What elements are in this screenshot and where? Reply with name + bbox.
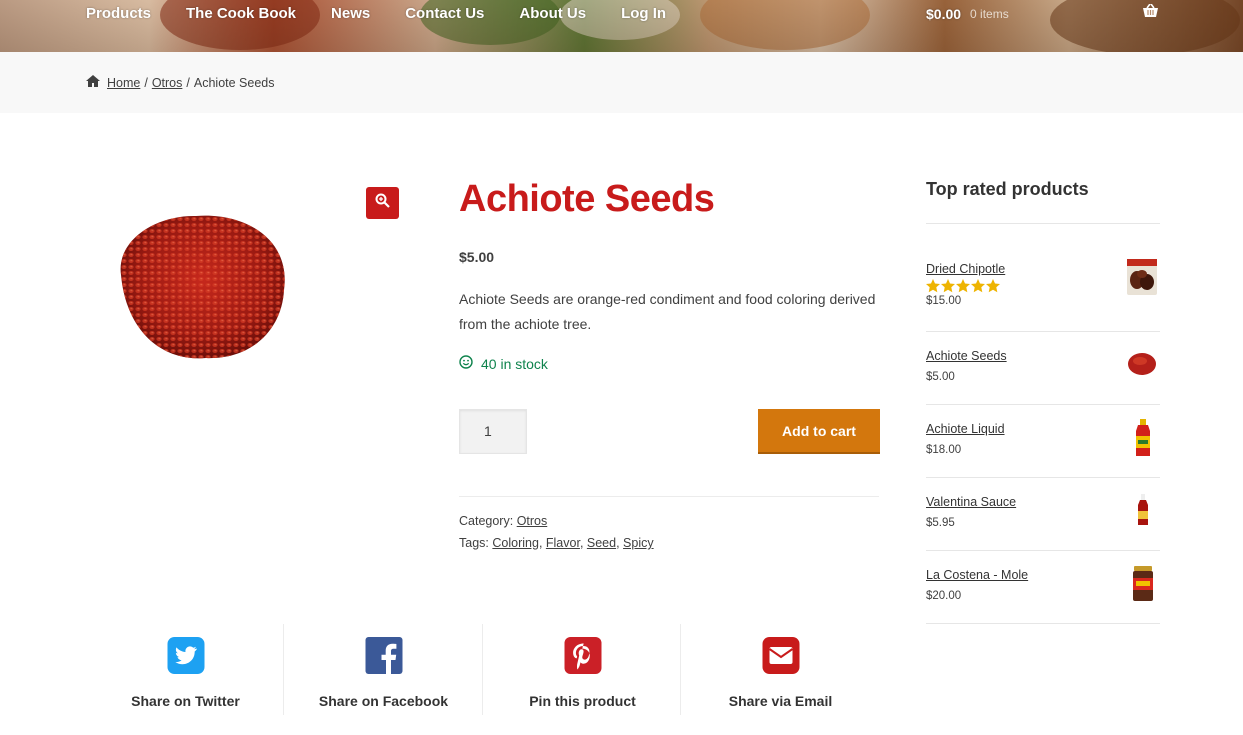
sidebar-product-price: $15.00 bbox=[926, 295, 962, 307]
nav-about-us[interactable]: About Us bbox=[519, 4, 586, 24]
quantity-input[interactable]: 1 bbox=[459, 409, 527, 454]
dried-chipotle-thumbnail[interactable] bbox=[1126, 258, 1158, 301]
nav-news[interactable]: News bbox=[331, 4, 370, 24]
breadcrumb-separator: / bbox=[144, 75, 148, 90]
sidebar-product: Dried Chipotle $15.00 bbox=[926, 259, 1160, 332]
pinterest-icon bbox=[564, 637, 601, 679]
breadcrumb-category[interactable]: Otros bbox=[152, 76, 183, 90]
sidebar-product: Achiote Liquid $18.00 bbox=[926, 419, 1160, 478]
twitter-icon bbox=[167, 637, 204, 679]
share-label: Share on Twitter bbox=[131, 693, 240, 709]
share-email[interactable]: Share via Email bbox=[681, 624, 880, 715]
tag-link[interactable]: Spicy bbox=[623, 536, 654, 550]
sidebar-product-name[interactable]: Achiote Liquid bbox=[926, 422, 1160, 436]
add-to-cart-button[interactable]: Add to cart bbox=[758, 409, 880, 454]
stock-status: 40 in stock bbox=[459, 355, 548, 372]
breadcrumb-current: Achiote Seeds bbox=[193, 75, 275, 90]
sidebar-product-name[interactable]: Dried Chipotle bbox=[926, 262, 1160, 276]
share-facebook[interactable]: Share on Facebook bbox=[284, 624, 483, 715]
product-tags: Tags: Coloring, Flavor, Seed, Spicy bbox=[459, 536, 654, 550]
stock-text: 40 in stock bbox=[481, 355, 548, 372]
basket-icon[interactable] bbox=[1142, 3, 1159, 23]
header-cart[interactable]: $0.00 0 items bbox=[926, 3, 1162, 23]
category-link[interactable]: Otros bbox=[517, 514, 548, 528]
product-image[interactable] bbox=[86, 180, 406, 380]
product-description: Achiote Seeds are orange-red condiment a… bbox=[459, 291, 876, 332]
breadcrumb-bar: Home / Otros / Achiote Seeds bbox=[0, 52, 1243, 113]
sidebar-product-price: $5.00 bbox=[926, 371, 955, 383]
sidebar-product-price: $5.95 bbox=[926, 517, 955, 529]
facebook-icon bbox=[365, 637, 402, 679]
product-price: $5.00 bbox=[459, 249, 495, 265]
sidebar-product-name[interactable]: Achiote Seeds bbox=[926, 349, 1160, 363]
smile-icon bbox=[459, 355, 481, 372]
achiote-liquid-thumbnail[interactable] bbox=[1128, 418, 1158, 463]
share-label: Pin this product bbox=[529, 693, 636, 709]
tag-link[interactable]: Flavor bbox=[546, 536, 580, 550]
sidebar-product-price: $18.00 bbox=[926, 444, 962, 456]
share-label: Share via Email bbox=[728, 693, 833, 709]
email-icon bbox=[762, 637, 799, 679]
tag-link[interactable]: Coloring bbox=[492, 536, 539, 550]
cart-amount: $0.00 bbox=[926, 5, 962, 22]
product-category: Category: Otros bbox=[459, 514, 547, 528]
sidebar-product-price: $20.00 bbox=[926, 590, 962, 602]
sidebar-product: La Costena - Mole $20.00 bbox=[926, 566, 1160, 624]
sidebar-product: Achiote Seeds $5.00 bbox=[926, 349, 1160, 405]
tags-label: Tags: bbox=[459, 536, 489, 550]
product-title: Achiote Seeds bbox=[459, 178, 715, 220]
breadcrumb: Home / Otros / Achiote Seeds bbox=[86, 75, 274, 90]
nav-cook-book[interactable]: The Cook Book bbox=[186, 4, 296, 24]
share-twitter[interactable]: Share on Twitter bbox=[86, 624, 285, 715]
divider bbox=[459, 496, 879, 497]
zoom-icon bbox=[375, 193, 390, 213]
sidebar-product: Valentina Sauce $5.95 bbox=[926, 493, 1160, 551]
breadcrumb-home[interactable]: Home bbox=[107, 76, 140, 90]
breadcrumb-separator: / bbox=[186, 75, 190, 90]
category-label: Category: bbox=[459, 514, 514, 528]
tag-link[interactable]: Seed bbox=[587, 536, 616, 550]
nav-log-in[interactable]: Log In bbox=[621, 4, 666, 24]
main-nav: Products The Cook Book News Contact Us A… bbox=[86, 4, 701, 24]
zoom-button[interactable] bbox=[366, 187, 399, 219]
cart-item-count: 0 items bbox=[970, 6, 1009, 21]
home-icon bbox=[86, 75, 100, 90]
sidebar-product-name[interactable]: La Costena - Mole bbox=[926, 568, 1160, 582]
star-rating bbox=[926, 279, 1160, 295]
nav-contact-us[interactable]: Contact Us bbox=[405, 4, 484, 24]
share-label: Share on Facebook bbox=[318, 693, 449, 709]
share-pinterest[interactable]: Pin this product bbox=[483, 624, 682, 715]
header-banner: Products The Cook Book News Contact Us A… bbox=[0, 0, 1243, 52]
sidebar-product-name[interactable]: Valentina Sauce bbox=[926, 495, 1160, 509]
la-costena-mole-thumbnail[interactable] bbox=[1128, 564, 1158, 609]
nav-products[interactable]: Products bbox=[86, 4, 151, 24]
divider bbox=[926, 223, 1160, 224]
sidebar-title: Top rated products bbox=[926, 179, 1089, 199]
valentina-sauce-thumbnail[interactable] bbox=[1128, 493, 1158, 532]
achiote-seeds-thumbnail[interactable] bbox=[1126, 350, 1158, 383]
